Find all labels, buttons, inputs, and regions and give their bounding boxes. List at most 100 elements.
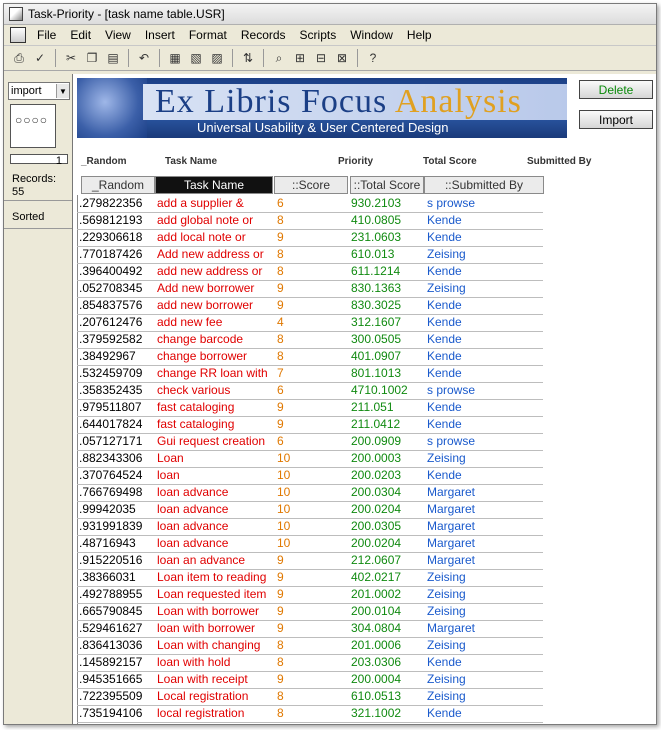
table-row[interactable]: .229306618 add local note or 9 231.0603 Kend… — [77, 229, 543, 247]
table-row[interactable]: .836413036 Loan with changing 8 201.0006 Zei… — [77, 637, 543, 655]
table-row[interactable]: .38366031 Loan item to reading 9 402.0217 Ze… — [77, 569, 543, 587]
table-row[interactable]: .532459709 change RR loan with 7 801.1013 Ke… — [77, 365, 543, 383]
total-score-field[interactable]: 201.0006 — [351, 638, 425, 652]
score-field[interactable]: 9 — [277, 570, 337, 584]
random-field[interactable]: .722395509 — [79, 689, 153, 703]
total-score-field[interactable]: 200.0204 — [351, 536, 425, 550]
submitted-by-field[interactable]: Kende — [427, 417, 537, 431]
total-score-field[interactable]: 401.0907 — [351, 349, 425, 363]
random-field[interactable]: .569812193 — [79, 213, 153, 227]
new-record-icon[interactable]: ▦ — [166, 49, 184, 67]
chevron-down-icon[interactable]: ▼ — [56, 84, 69, 98]
random-field[interactable]: .766769498 — [79, 485, 153, 499]
task-name-field[interactable]: Add new borrower — [157, 281, 275, 295]
sort-icon[interactable]: ⇅ — [239, 49, 257, 67]
table-row[interactable]: .931991839 loan advance 10 200.0305 Margaret — [77, 518, 543, 536]
score-field[interactable]: 9 — [277, 553, 337, 567]
submitted-by-field[interactable]: s prowse — [427, 434, 537, 448]
score-field[interactable]: 10 — [277, 485, 337, 499]
submitted-by-field[interactable]: Kende — [427, 349, 537, 363]
table-row[interactable]: .145892157 loan with hold 8 203.0306 Kende — [77, 654, 543, 672]
random-field[interactable]: .358352435 — [79, 383, 153, 397]
table-row[interactable]: .945351665 Loan with receipt 9 200.0004 Zeis… — [77, 671, 543, 689]
score-field[interactable]: 8 — [277, 655, 337, 669]
submitted-by-field[interactable]: Kende — [427, 655, 537, 669]
score-field[interactable]: 9 — [277, 230, 337, 244]
submitted-by-field[interactable]: Kende — [427, 230, 537, 244]
random-field[interactable]: .644017824 — [79, 417, 153, 431]
score-field[interactable]: 6 — [277, 383, 337, 397]
task-name-field[interactable]: Gui request creation — [157, 434, 275, 448]
random-field[interactable]: .379592582 — [79, 332, 153, 346]
table-row[interactable]: .207612476 add new fee 4 312.1607 Kende — [77, 314, 543, 332]
spellcheck-icon[interactable]: ✓ — [31, 49, 49, 67]
find-all-icon[interactable]: ⊞ — [291, 49, 309, 67]
total-score-field[interactable]: 203.0306 — [351, 655, 425, 669]
submitted-by-field[interactable]: Margaret — [427, 621, 537, 635]
total-score-field[interactable]: 200.0203 — [351, 468, 425, 482]
total-score-field[interactable]: 200.0909 — [351, 434, 425, 448]
submitted-by-field[interactable]: Kende — [427, 468, 537, 482]
submitted-by-field[interactable]: Kende — [427, 332, 537, 346]
submitted-by-field[interactable]: Margaret — [427, 553, 537, 567]
total-score-field[interactable]: 321.1002 — [351, 706, 425, 720]
random-field[interactable]: .229306618 — [79, 230, 153, 244]
total-score-field[interactable]: 801.1013 — [351, 366, 425, 380]
score-field[interactable]: 9 — [277, 587, 337, 601]
table-row[interactable]: .99942035 loan advance 10 200.0204 Margaret — [77, 501, 543, 519]
task-name-field[interactable]: loan — [157, 468, 275, 482]
random-field[interactable]: .057127171 — [79, 434, 153, 448]
total-score-field[interactable]: 212.0607 — [351, 553, 425, 567]
task-name-field[interactable]: fast cataloging — [157, 400, 275, 414]
task-name-field[interactable]: change borrower — [157, 349, 275, 363]
layout-dropdown[interactable]: import ▼ — [8, 82, 70, 100]
task-name-field[interactable]: Add new address or — [157, 247, 275, 261]
table-row[interactable]: .766769498 loan advance 10 200.0304 Margaret — [77, 484, 543, 502]
table-row[interactable]: .770187426 Add new address or 8 610.013 Zeis… — [77, 246, 543, 264]
random-field[interactable]: .532459709 — [79, 366, 153, 380]
menu-records[interactable]: Records — [234, 28, 293, 42]
task-name-field[interactable]: fast cataloging — [157, 417, 275, 431]
score-field[interactable]: 10 — [277, 536, 337, 550]
table-row[interactable]: .882343306 Loan 10 200.0003 Zeising — [77, 450, 543, 468]
task-name-field[interactable]: Loan — [157, 451, 275, 465]
score-field[interactable]: 9 — [277, 417, 337, 431]
task-name-field[interactable]: change barcode — [157, 332, 275, 346]
score-field[interactable]: 8 — [277, 349, 337, 363]
random-field[interactable]: .836413036 — [79, 638, 153, 652]
table-row[interactable]: .529461627 loan with borrower 9 304.0804 Mar… — [77, 620, 543, 638]
random-field[interactable]: .770187426 — [79, 247, 153, 261]
table-row[interactable]: .358352435 check various 6 4710.1002 s prows… — [77, 382, 543, 400]
submitted-by-field[interactable]: Zeising — [427, 638, 537, 652]
submitted-by-field[interactable]: Margaret — [427, 502, 537, 516]
score-field[interactable]: 10 — [277, 502, 337, 516]
submitted-by-field[interactable]: Zeising — [427, 247, 537, 261]
cut-icon[interactable]: ✂ — [62, 49, 80, 67]
table-row[interactable]: .052708345 Add new borrower 9 830.1363 Zeisi… — [77, 280, 543, 298]
random-field[interactable]: .052708345 — [79, 281, 153, 295]
table-row[interactable]: .735194106 local registration 8 321.1002 Ken… — [77, 705, 543, 723]
score-field[interactable]: 10 — [277, 451, 337, 465]
menu-edit[interactable]: Edit — [63, 28, 98, 42]
table-row[interactable]: .38492967 change borrower 8 401.0907 Kende — [77, 348, 543, 366]
total-score-field[interactable]: 930.2103 — [351, 196, 425, 210]
table-row[interactable]: .569812193 add global note or 8 410.0805 Ken… — [77, 212, 543, 230]
delete-button[interactable]: Delete — [579, 80, 653, 99]
total-score-field[interactable]: 304.0804 — [351, 621, 425, 635]
submitted-by-field[interactable]: Kende — [427, 298, 537, 312]
table-row[interactable]: .854837576 add new borrower 9 830.3025 Kende — [77, 297, 543, 315]
submitted-by-field[interactable]: Zeising — [427, 604, 537, 618]
random-field[interactable]: .38492967 — [79, 349, 153, 363]
submitted-by-field[interactable]: s prowse — [427, 383, 537, 397]
total-score-field[interactable]: 4710.1002 — [351, 383, 425, 397]
score-field[interactable]: 8 — [277, 247, 337, 261]
table-row[interactable]: .057127171 Gui request creation 6 200.0909 s… — [77, 433, 543, 451]
total-score-field[interactable]: 610.0513 — [351, 689, 425, 703]
random-field[interactable]: .396400492 — [79, 264, 153, 278]
score-field[interactable]: 9 — [277, 672, 337, 686]
score-field[interactable]: 6 — [277, 434, 337, 448]
column-header-task[interactable]: Task Name — [155, 176, 273, 194]
score-field[interactable]: 8 — [277, 689, 337, 703]
menu-file[interactable]: File — [30, 28, 63, 42]
task-name-field[interactable]: local registration — [157, 706, 275, 720]
